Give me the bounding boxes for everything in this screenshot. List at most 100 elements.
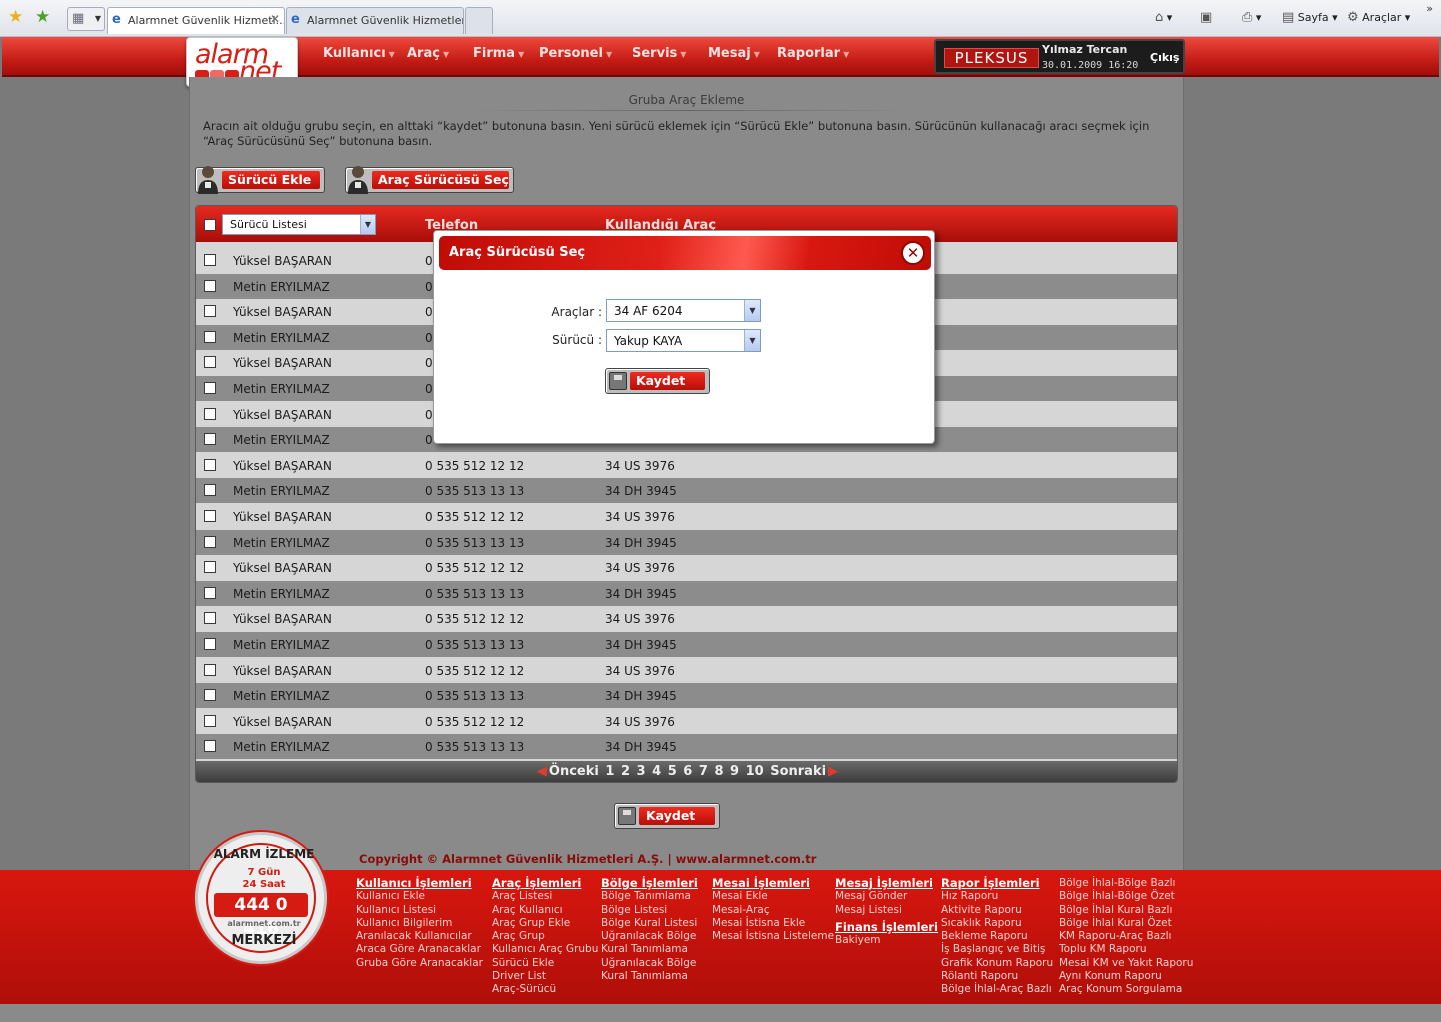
close-icon[interactable]: ✕ <box>901 241 925 265</box>
row-checkbox[interactable] <box>204 356 216 369</box>
footer-column-title[interactable]: Rapor İşlemleri <box>941 876 1053 890</box>
page-link-6[interactable]: 6 <box>683 764 692 779</box>
footer-link[interactable]: Bölge Kural Listesi <box>601 917 698 930</box>
footer-link[interactable]: Mesaj Gönder <box>835 890 938 903</box>
footer-link[interactable]: Aktivite Raporu <box>941 904 1053 917</box>
footer-link[interactable]: Bölge Listesi <box>601 904 698 917</box>
table-row[interactable]: Yüksel BAŞARAN 0 535 512 12 12 34 US 3976 <box>196 658 1177 683</box>
vehicle-select[interactable]: 34 AF 6204 ▼ <box>606 299 761 322</box>
footer-link[interactable]: Mesai-Araç <box>712 904 834 917</box>
footer-link[interactable]: Bekleme Raporu <box>941 930 1053 943</box>
footer-link[interactable]: Mesai Ekle <box>712 890 834 903</box>
prev-page-link[interactable]: Önceki <box>549 764 599 779</box>
footer-link[interactable]: Toplu KM Raporu <box>1059 943 1193 956</box>
page-link-10[interactable]: 10 <box>746 764 764 779</box>
row-checkbox[interactable] <box>204 279 216 292</box>
footer-link[interactable]: İş Başlangıç ve Bitiş <box>941 943 1053 956</box>
row-checkbox[interactable] <box>204 458 216 471</box>
footer-link[interactable]: Grafik Konum Raporu <box>941 957 1053 970</box>
footer-column-title[interactable]: Mesaj İşlemleri <box>835 876 938 890</box>
table-row[interactable]: Metin ERYILMAZ 0 535 513 13 13 34 DH 3945 <box>196 734 1177 760</box>
feeds-icon[interactable]: ▣ <box>1200 10 1212 25</box>
row-checkbox[interactable] <box>204 663 216 676</box>
footer-link[interactable]: Araç-Sürücü <box>492 983 598 996</box>
footer-link[interactable]: Kullanıcı Araç Grubu <box>492 943 598 956</box>
prev-arrow-icon[interactable]: ◀ <box>537 764 547 779</box>
footer-link[interactable]: KM Raporu-Araç Bazlı <box>1059 930 1193 943</box>
nav-personel[interactable]: Personel ▼ <box>539 46 612 61</box>
footer-link[interactable]: Bölge Tanımlama <box>601 890 698 903</box>
page-menu[interactable]: ▤ Sayfa ▾ <box>1282 10 1338 25</box>
nav-firma[interactable]: Firma ▼ <box>473 46 524 61</box>
footer-link[interactable]: Mesaj Listesi <box>835 904 938 917</box>
footer-link[interactable]: Bölge İhlal-Bölge Özet <box>1059 890 1193 903</box>
new-tab-button[interactable] <box>465 7 493 34</box>
page-link-5[interactable]: 5 <box>668 764 677 779</box>
footer-link[interactable]: Araç Grup <box>492 930 598 943</box>
page-link-9[interactable]: 9 <box>730 764 739 779</box>
nav-servis[interactable]: Servis ▼ <box>632 46 686 61</box>
tools-menu[interactable]: ⚙ Araçlar ▾ <box>1347 10 1410 25</box>
row-checkbox[interactable] <box>204 638 216 650</box>
footer-link[interactable]: Araç Listesi <box>492 890 598 903</box>
table-row[interactable]: Yüksel BAŞARAN 0 535 512 12 12 34 US 3976 <box>196 504 1177 529</box>
row-checkbox[interactable] <box>204 612 216 625</box>
footer-link[interactable]: Araca Göre Aranacaklar <box>356 943 483 956</box>
footer-link[interactable]: Driver List <box>492 970 598 983</box>
row-checkbox[interactable] <box>204 510 216 522</box>
row-checkbox[interactable] <box>204 586 216 599</box>
list-type-select[interactable]: Sürücü Listesi ▼ <box>222 214 376 235</box>
footer-link[interactable]: Bölge İhlal Kural Özet <box>1059 917 1193 930</box>
footer-link[interactable]: Bölge İhlal-Araç Bazlı <box>941 983 1053 996</box>
footer-link[interactable]: Araç Kullanıcı <box>492 904 598 917</box>
footer-link[interactable]: Aranılacak Kullanıcılar <box>356 930 483 943</box>
footer-link[interactable]: Aynı Konum Raporu <box>1059 970 1193 983</box>
table-row[interactable]: Metin ERYILMAZ 0 535 513 13 13 34 DH 3945 <box>196 632 1177 657</box>
nav-kullanici[interactable]: Kullanıcı ▼ <box>323 46 395 61</box>
quick-tabs-button[interactable]: ▦ ▼ <box>67 7 105 31</box>
page-link-2[interactable]: 2 <box>621 764 630 779</box>
footer-column-title[interactable]: Kullanıcı İşlemleri <box>356 876 483 890</box>
browser-tab[interactable]: e Alarmnet Güvenlik Hizmetleri ... <box>286 7 464 34</box>
footer-link[interactable]: Rölanti Raporu <box>941 970 1053 983</box>
table-row[interactable]: Yüksel BAŞARAN 0 535 512 12 12 34 US 3976 <box>196 453 1177 478</box>
footer-column-title[interactable]: Bölge İşlemleri <box>601 876 698 890</box>
row-checkbox[interactable] <box>204 433 216 446</box>
table-row[interactable]: Yüksel BAŞARAN 0 535 512 12 12 34 US 3976 <box>196 555 1177 580</box>
favorites-star-icon[interactable]: ★ <box>8 7 23 27</box>
print-icon[interactable]: ⎙ ▾ <box>1242 10 1261 25</box>
row-checkbox[interactable] <box>204 689 216 702</box>
row-checkbox[interactable] <box>204 484 216 497</box>
footer-link[interactable]: Sürücü Ekle <box>492 957 598 970</box>
row-checkbox[interactable] <box>204 535 216 548</box>
row-checkbox[interactable] <box>204 714 216 727</box>
footer-link[interactable]: Mesai KM ve Yakıt Raporu <box>1059 957 1193 970</box>
footer-link[interactable]: Kullanıcı Listesi <box>356 904 483 917</box>
footer-column-title[interactable]: Araç İşlemleri <box>492 876 598 890</box>
nav-mesaj[interactable]: Mesaj ▼ <box>708 46 760 61</box>
table-row[interactable]: Metin ERYILMAZ 0 535 513 13 13 34 DH 3945 <box>196 529 1177 555</box>
table-row[interactable]: Yüksel BAŞARAN 0 535 512 12 12 34 US 3976 <box>196 606 1177 631</box>
chevron-more-icon[interactable]: » <box>1426 2 1433 15</box>
table-row[interactable]: Metin ERYILMAZ 0 535 513 13 13 34 DH 3945 <box>196 580 1177 606</box>
next-page-link[interactable]: Sonraki <box>770 764 826 779</box>
close-tab-icon[interactable]: ✕ <box>270 12 280 26</box>
table-row[interactable]: Metin ERYILMAZ 0 535 513 13 13 34 DH 3945 <box>196 683 1177 709</box>
page-link-7[interactable]: 7 <box>699 764 708 779</box>
save-button[interactable]: Kaydet <box>614 803 720 829</box>
footer-link[interactable]: Uğranılacak Bölge <box>601 930 698 943</box>
row-checkbox[interactable] <box>204 254 216 266</box>
footer-link[interactable]: Bölge İhlal Kural Bazlı <box>1059 904 1193 917</box>
footer-link[interactable]: Kullanıcı Ekle <box>356 890 483 903</box>
dialog-save-button[interactable]: Kaydet <box>605 368 710 394</box>
footer-link[interactable]: Bölge İhlal-Bölge Bazlı <box>1059 877 1193 890</box>
table-row[interactable]: Yüksel BAŞARAN 0 535 512 12 12 34 US 3976 <box>196 709 1177 734</box>
footer-link[interactable]: Araç Konum Sorgulama <box>1059 983 1193 996</box>
footer-link[interactable]: Gruba Göre Aranacaklar <box>356 957 483 970</box>
footer-column-title[interactable]: Mesai İşlemleri <box>712 876 834 890</box>
home-icon[interactable]: ⌂ ▾ <box>1155 10 1172 25</box>
footer-link[interactable]: Kural Tanımlama <box>601 943 698 956</box>
add-driver-button[interactable]: Sürücü Ekle <box>195 166 325 194</box>
row-checkbox[interactable] <box>204 561 216 574</box>
footer-link[interactable]: Uğranılacak Bölge <box>601 957 698 970</box>
